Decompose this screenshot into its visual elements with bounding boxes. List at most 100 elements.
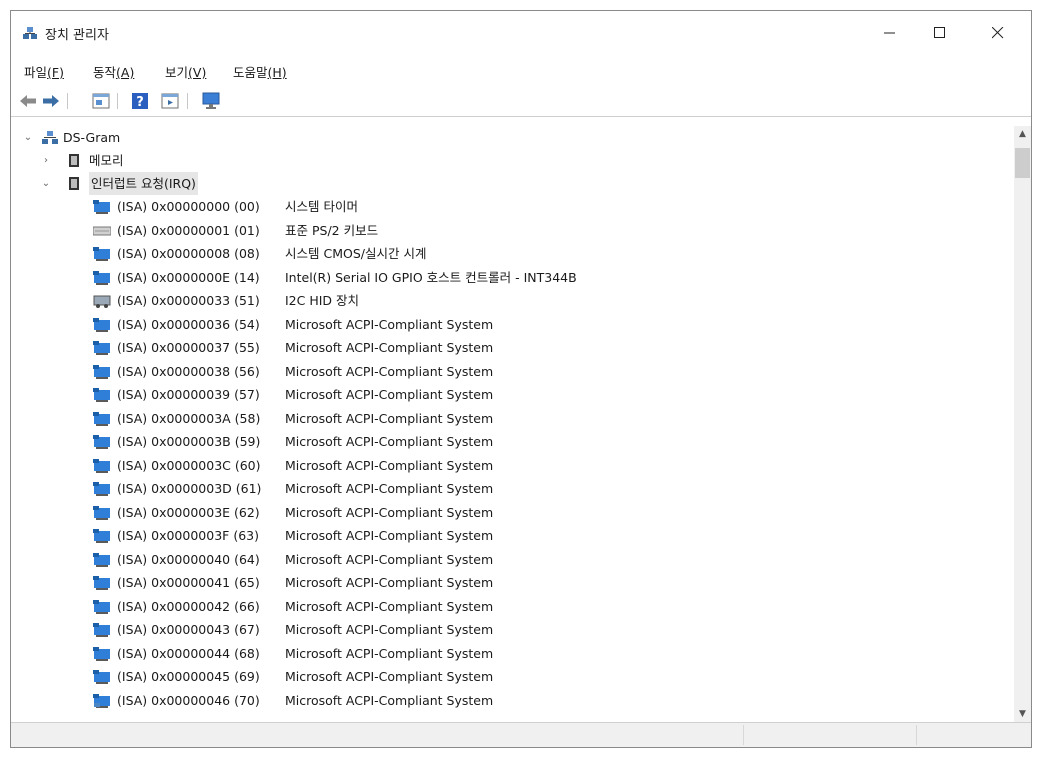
irq-row[interactable]: (ISA) 0x0000003D (61) Microsoft ACPI-Comp…: [11, 477, 1001, 500]
hid-icon: [93, 295, 111, 308]
irq-device-name: Microsoft ACPI-Compliant System: [285, 340, 494, 355]
title-bar[interactable]: 장치 관리자: [11, 11, 1031, 55]
keyboard-icon: [93, 226, 111, 235]
irq-row[interactable]: (ISA) 0x00000000 (00) 시스템 타이머: [11, 195, 1001, 218]
chevron-down-icon[interactable]: ⌄: [23, 126, 33, 149]
monitor-icon: [93, 576, 110, 590]
irq-row[interactable]: (ISA) 0x00000042 (66) Microsoft ACPI-Comp…: [11, 595, 1001, 618]
irq-device-name: Microsoft ACPI-Compliant System: [285, 622, 494, 637]
irq-label: (ISA) 0x00000045 (69): [117, 669, 260, 684]
tree-node-irq[interactable]: ⌄ 인터럽트 요청(IRQ): [11, 172, 1001, 195]
irq-row[interactable]: (ISA) 0x0000000E (14) Intel(R) Serial IO …: [11, 266, 1001, 289]
irq-row[interactable]: (ISA) 0x00000008 (08) 시스템 CMOS/실시간 시계: [11, 242, 1001, 265]
minimize-icon: [884, 32, 895, 34]
monitor-icon: [93, 411, 110, 426]
device-tree[interactable]: ⌄ DS-Gram › 메모리 ⌄ 인터럽트 요청(IRQ) (ISA) 0x0…: [11, 126, 1031, 723]
irq-label: (ISA) 0x00000000 (00): [117, 199, 260, 214]
irq-row[interactable]: (ISA) 0x00000043 (67) Microsoft ACPI-Comp…: [11, 618, 1001, 641]
properties-button[interactable]: [91, 91, 111, 111]
irq-label: (ISA) 0x00000008 (08): [117, 246, 260, 261]
monitor-icon: [93, 623, 110, 637]
tree-root[interactable]: ⌄ DS-Gram: [11, 126, 1001, 149]
irq-label: (ISA) 0x00000040 (64): [117, 551, 260, 567]
menu-action[interactable]: 동작(A): [93, 62, 134, 81]
irq-row[interactable]: (ISA) 0x00000040 (64) Microsoft ACPI-Comp…: [11, 548, 1001, 571]
maximize-button[interactable]: [917, 11, 963, 55]
scroll-thumb[interactable]: [1015, 148, 1030, 178]
irq-device-name: Microsoft ACPI-Compliant System: [285, 598, 494, 614]
toolbar-separator: [187, 93, 188, 109]
computer-icon: [42, 131, 58, 144]
back-button[interactable]: [18, 91, 38, 111]
irq-device-name: Microsoft ACPI-Compliant System: [285, 363, 494, 379]
status-divider: [743, 725, 744, 745]
irq-row[interactable]: (ISA) 0x0000003B (59) Microsoft ACPI-Comp…: [11, 430, 1001, 453]
menu-help[interactable]: 도움말(H): [233, 62, 287, 81]
monitor-icon: [93, 364, 110, 379]
help-button[interactable]: ?: [130, 91, 150, 111]
menu-file[interactable]: 파일(F): [24, 62, 64, 81]
status-divider: [916, 725, 917, 745]
irq-device-name: Microsoft ACPI-Compliant System: [285, 551, 494, 567]
toolbar-separator: [67, 93, 68, 109]
close-icon: [992, 27, 1004, 39]
close-button[interactable]: [975, 11, 1021, 55]
monitor-icon: [93, 341, 110, 355]
window-title: 장치 관리자: [45, 28, 109, 43]
scroll-down-icon[interactable]: ▼: [1014, 706, 1031, 723]
irq-row[interactable]: (ISA) 0x00000038 (56) Microsoft ACPI-Comp…: [11, 360, 1001, 383]
chevron-down-icon[interactable]: ⌄: [41, 172, 51, 195]
irq-device-name: I2C HID 장치: [285, 293, 360, 308]
irq-device-name: Microsoft ACPI-Compliant System: [285, 645, 494, 661]
tree-node-label: 메모리: [89, 153, 124, 168]
forward-icon: [43, 95, 59, 107]
monitor-icon: [93, 270, 110, 285]
irq-row[interactable]: (ISA) 0x00000033 (51) I2C HID 장치: [11, 289, 1001, 312]
tree-root-label: DS-Gram: [63, 130, 121, 145]
maximize-icon: [934, 27, 945, 38]
irq-row[interactable]: (ISA) 0x0000003A (58) Microsoft ACPI-Comp…: [11, 407, 1001, 430]
irq-row[interactable]: (ISA) 0x00000036 (54) Microsoft ACPI-Comp…: [11, 313, 1001, 336]
minimize-button[interactable]: [867, 11, 913, 55]
scroll-up-icon[interactable]: ▲: [1014, 126, 1031, 143]
status-bar: [11, 722, 1031, 747]
irq-row[interactable]: (ISA) 0x0000003E (62) Microsoft ACPI-Comp…: [11, 501, 1001, 524]
view-icon: [161, 93, 179, 109]
tree-node-memory[interactable]: › 메모리: [11, 149, 1001, 172]
tree-node-label: 인터럽트 요청(IRQ): [89, 172, 198, 195]
irq-row[interactable]: (ISA) 0x0000003C (60) Microsoft ACPI-Comp…: [11, 454, 1001, 477]
properties-icon: [92, 93, 110, 109]
chip-icon: [69, 177, 79, 190]
monitor-icon: [94, 703, 100, 707]
irq-row[interactable]: (ISA) 0x00000044 (68) Microsoft ACPI-Comp…: [11, 642, 1001, 665]
vertical-scrollbar[interactable]: ▲ ▼: [1014, 126, 1031, 723]
irq-row[interactable]: (ISA) 0x00000045 (69) Microsoft ACPI-Comp…: [11, 665, 1001, 688]
toolbar-separator: [117, 93, 118, 109]
irq-row[interactable]: (ISA) 0x00000041 (65) Microsoft ACPI-Comp…: [11, 571, 1001, 594]
irq-device-name: Microsoft ACPI-Compliant System: [285, 669, 494, 684]
irq-device-name: Microsoft ACPI-Compliant System: [285, 434, 494, 449]
irq-label: (ISA) 0x00000043 (67): [117, 622, 260, 637]
irq-device-name: 표준 PS/2 키보드: [285, 222, 379, 238]
irq-label: (ISA) 0x0000003D (61): [117, 481, 262, 496]
forward-button[interactable]: [41, 91, 61, 111]
irq-row[interactable]: (ISA) 0x0000003F (63) Microsoft ACPI-Comp…: [11, 524, 1001, 547]
irq-label: (ISA) 0x00000042 (66): [117, 598, 260, 614]
computer-icon: [23, 27, 37, 39]
irq-device-name: Microsoft ACPI-Compliant System: [285, 410, 494, 426]
irq-row[interactable]: (ISA) 0x00000037 (55) Microsoft ACPI-Comp…: [11, 336, 1001, 359]
irq-device-name: 시스템 CMOS/실시간 시계: [285, 246, 427, 261]
irq-row[interactable]: (ISA) 0x00000046 (70) Microsoft ACPI-Comp…: [11, 689, 1001, 712]
chip-icon: [69, 154, 79, 167]
irq-row[interactable]: (ISA) 0x00000039 (57) Microsoft ACPI-Comp…: [11, 383, 1001, 406]
menu-view[interactable]: 보기(V): [165, 62, 206, 81]
scan-hardware-button[interactable]: [201, 91, 221, 111]
irq-label: (ISA) 0x0000003F (63): [117, 528, 259, 543]
irq-label: (ISA) 0x00000037 (55): [117, 340, 260, 355]
irq-label: (ISA) 0x0000000E (14): [117, 269, 260, 285]
view-button[interactable]: [160, 91, 180, 111]
monitor-icon: [93, 529, 110, 543]
irq-row[interactable]: (ISA) 0x00000001 (01) 표준 PS/2 키보드: [11, 219, 1001, 242]
chevron-right-icon[interactable]: ›: [41, 149, 51, 172]
monitor-icon: [93, 388, 110, 402]
